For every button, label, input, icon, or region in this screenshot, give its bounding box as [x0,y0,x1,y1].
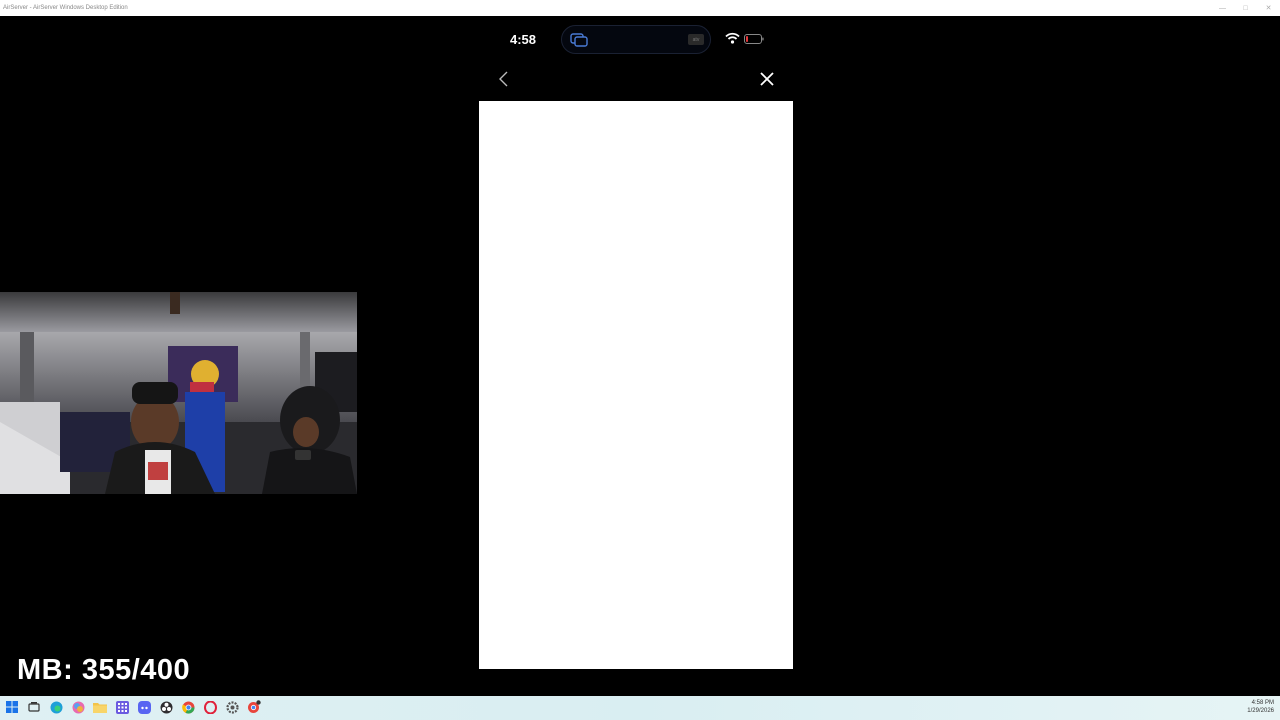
task-view-icon[interactable] [26,699,42,715]
edge-icon[interactable] [48,699,64,715]
minimize-button[interactable]: — [1211,0,1234,16]
opera-icon[interactable] [202,699,218,715]
maximize-button[interactable]: □ [1234,0,1257,16]
obs-icon[interactable] [158,699,174,715]
apps-icon[interactable] [114,699,130,715]
chrome-profile-icon[interactable] [246,699,262,715]
clock-date: 1/29/2026 [1247,708,1274,714]
clock-time: 4:58 PM [1251,700,1274,706]
file-explorer-icon[interactable] [92,699,108,715]
webcam-overlay [0,292,357,494]
chrome-icon[interactable] [180,699,196,715]
window-titlebar[interactable]: AirServer - AirServer Windows Desktop Ed… [0,0,1280,16]
settings-icon[interactable] [224,699,240,715]
taskbar: 4:58 PM 1/29/2026 [0,696,1280,720]
dynamic-island: atv [561,25,711,54]
battery-icon [744,34,764,44]
webview-content[interactable] [479,101,793,669]
start-icon[interactable] [4,699,20,715]
close-window-button[interactable]: ✕ [1257,0,1280,16]
apple-tv-badge: atv [688,34,704,45]
chevron-left-icon[interactable] [496,70,512,88]
copilot-icon[interactable] [70,699,86,715]
webcam-feed-image [0,292,357,494]
mb-counter-overlay: MB: 355/400 [17,654,191,686]
status-time: 4:58 [510,32,537,47]
close-icon[interactable] [758,70,776,88]
window-controls: — □ ✕ [1211,0,1280,16]
wifi-icon [725,32,740,44]
window-title: AirServer - AirServer Windows Desktop Ed… [3,5,128,11]
screen-mirroring-icon [570,33,588,47]
discord-icon[interactable] [136,699,152,715]
system-clock[interactable]: 4:58 PM 1/29/2026 [1247,699,1274,715]
